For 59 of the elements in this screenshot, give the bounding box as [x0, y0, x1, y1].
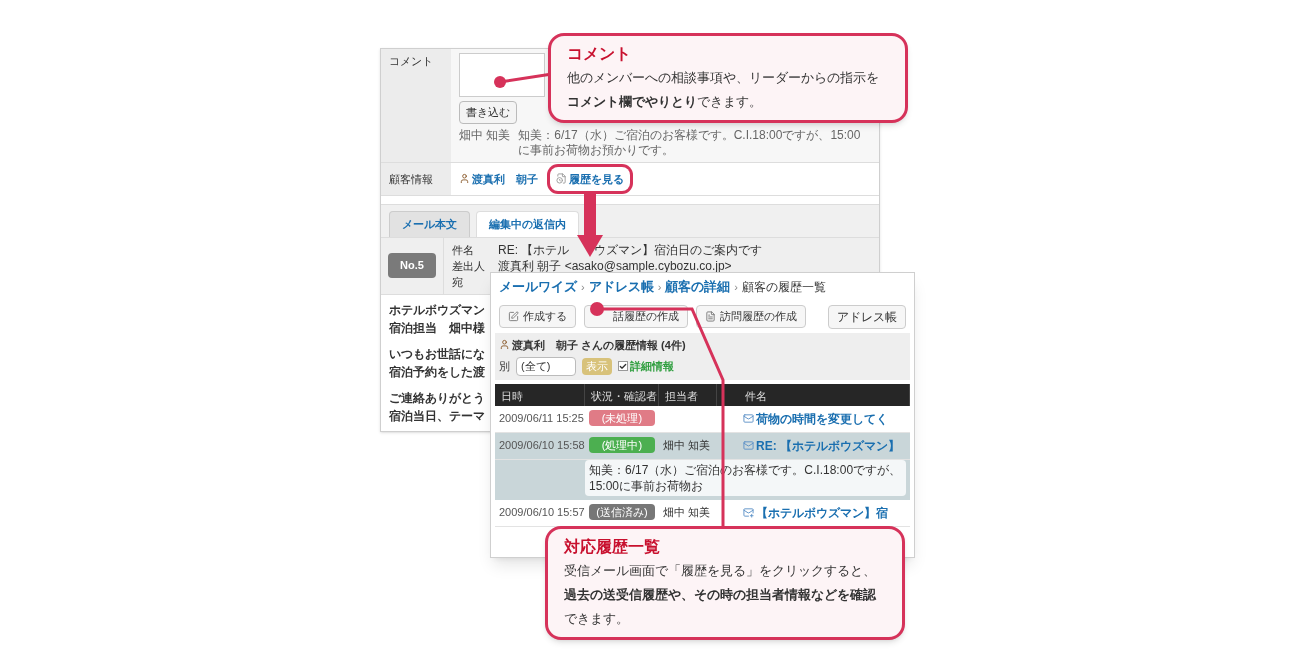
field-label: 宛 [452, 275, 463, 288]
post-button[interactable]: 書き込む [459, 101, 517, 124]
pencil-square-icon [508, 311, 519, 322]
mail-body-line: ご連絡ありがとう [389, 389, 485, 407]
field-label: 差出人 [452, 259, 485, 272]
breadcrumb-separator: › [657, 279, 662, 295]
breadcrumb-item[interactable]: 顧客の履歴一覧 [742, 277, 826, 296]
mail-body-line: 宿泊当日、テーマ [389, 407, 485, 425]
status-badge: (処理中) [589, 436, 655, 453]
callout-title: コメント [567, 44, 631, 64]
breadcrumb-separator: › [734, 279, 738, 295]
column-header: 状況・確認者 [585, 383, 659, 406]
breadcrumb-separator: › [581, 279, 585, 295]
mail-body-line: 宿泊担当 畑中様 [389, 319, 485, 337]
field-value: RE: 【ホテル [498, 241, 570, 258]
subject-link[interactable]: 荷物の時間を変更してく [756, 409, 888, 428]
type-select[interactable]: (全て) [516, 357, 576, 376]
customer-link[interactable]: 渡真利 朝子 [472, 170, 538, 187]
toolbar-button[interactable]: 訪問履歴の作成 [696, 305, 806, 328]
callout-text: 他のメンバーへの相談事項や、リーダーからの指示をコメント欄でやりとりできます。 [567, 69, 880, 111]
checkbox-label: 詳細情報 [630, 359, 674, 374]
breadcrumb-item[interactable]: アドレス帳 [588, 277, 654, 297]
column-header: 日時 [495, 383, 585, 406]
date-cell: 2009/06/10 15:58 [495, 432, 585, 460]
history-link[interactable]: 履歴を見る [550, 166, 630, 191]
breadcrumb-item[interactable]: 顧客の詳細 [665, 277, 731, 297]
column-header: 件名 [739, 383, 910, 406]
field-value: ウズマン】宿泊日のご案内です [594, 241, 762, 258]
comment-text: 知美：6/17（水）ご宿泊のお客様です。C.I.18:00ですが、15:00に事前お荷物お預かりです。 [518, 127, 862, 158]
callout-title: 対応履歴一覧 [564, 537, 660, 557]
row-label: コメント [389, 55, 433, 67]
comment-field[interactable] [459, 53, 545, 97]
document-clock-icon [556, 173, 567, 185]
detail-checkbox[interactable] [618, 361, 628, 372]
document-icon [705, 311, 716, 322]
history-title: 渡真利 朝子 さんの履歴情報 (4件) [512, 337, 686, 353]
comment-author: 畑中 知美 [459, 127, 511, 144]
tab[interactable]: 編集中の返信内 [476, 211, 579, 237]
callout-text: 受信メール画面で「履歴を見る」をクリックすると、過去の送受信履歴や、その時の担当者情報などを確認できます。 [564, 562, 877, 628]
filter-label: 別 [499, 359, 510, 374]
assignee-cell: 畑中 知美 [659, 432, 717, 460]
tab[interactable]: メール本文 [389, 211, 470, 237]
subject-link[interactable]: 【ホテルボウズマン】宿 [756, 503, 888, 522]
status-badge: (送信済み) [589, 503, 655, 520]
row-label: 顧客情報 [389, 172, 433, 185]
number-badge: No.5 [388, 253, 436, 278]
person-icon [499, 339, 510, 351]
address-book-button[interactable]: アドレス帳 [828, 304, 906, 329]
mail-body-line: いつもお世話にな [389, 345, 485, 363]
mail-body-line: 宿泊予約をした渡 [389, 363, 485, 381]
person-icon [459, 173, 470, 185]
field-label: 件名 [452, 243, 474, 256]
toolbar-button[interactable]: 作成する [499, 305, 576, 328]
down-arrow [577, 193, 603, 257]
column-header: 担当者 [659, 383, 717, 406]
status-badge: (未処理) [589, 409, 655, 426]
breadcrumb-item[interactable]: メールワイズ [499, 277, 577, 297]
mail-body-line: ホテルボウズマン [389, 301, 485, 319]
field-value: 渡真利 朝子 <asako@sample.cybozu.co.jp> [498, 257, 732, 274]
